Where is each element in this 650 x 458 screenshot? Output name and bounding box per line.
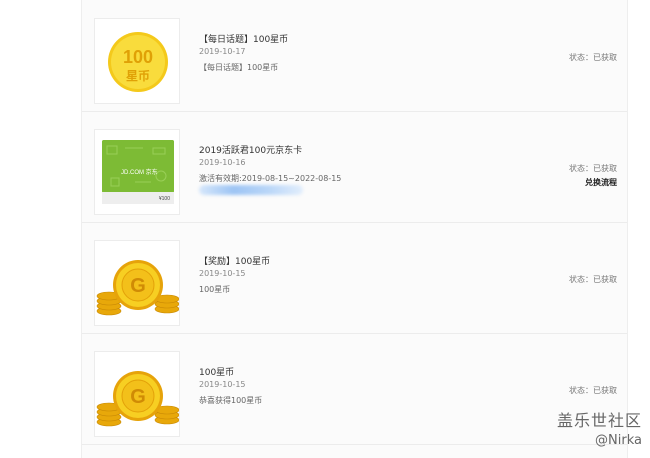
status-label: 状态：已获取: [569, 275, 617, 284]
list-item: G 100星币 2019-10-15 恭喜获得100星币 状态：已获取: [82, 333, 627, 445]
watermark-site: 盖乐世社区: [556, 411, 642, 430]
gift-card-icon: JD.COM 京东 ¥100: [102, 140, 174, 204]
redacted-code: [199, 185, 303, 195]
coin-letter: G: [130, 275, 146, 297]
record-title: 100星币: [199, 368, 235, 378]
status-label: 状态：已获取: [569, 53, 617, 62]
list-item: 100 星币 【每日话题】100星币 2019-10-17 【每日话题】100星…: [82, 0, 627, 112]
record-date: 2019-10-17: [199, 47, 246, 56]
coin-100-thumbnail: 100 星币: [94, 18, 180, 104]
list-item: JD.COM 京东 ¥100 2019活跃君100元京东卡 2019-10-16…: [82, 111, 627, 223]
record-description: 激活有效期:2019-08-15~2022-08-15: [199, 174, 342, 183]
record-description: 恭喜获得100星币: [199, 396, 263, 405]
coin-stack-thumbnail: G: [94, 240, 180, 326]
record-description: 100星币: [199, 285, 231, 294]
watermark: 盖乐世社区 @Nirka: [557, 407, 642, 448]
status-label: 状态：已获取: [569, 164, 617, 173]
coin-stack-icon: G: [96, 260, 179, 316]
coin-value-text: 100: [123, 47, 153, 67]
record-date: 2019-10-15: [199, 380, 246, 389]
coin-stack-thumbnail: G: [94, 351, 180, 437]
record-date: 2019-10-16: [199, 158, 246, 167]
record-title: 【每日话题】100星币: [199, 35, 289, 45]
coin-unit-text: 星币: [126, 69, 150, 83]
coin-icon: 100 星币: [108, 32, 168, 92]
record-title: 2019活跃君100元京东卡: [199, 146, 303, 156]
status-label: 状态：已获取: [569, 386, 617, 395]
record-title: 【奖励】100星币: [199, 257, 271, 267]
card-value-text: ¥100: [159, 196, 170, 202]
coin-stack-icon: G: [96, 371, 179, 427]
watermark-user: @Nirka: [595, 433, 642, 448]
card-brand-text: JD.COM 京东: [121, 168, 158, 176]
exchange-process-link[interactable]: 兑换流程: [585, 177, 617, 188]
records-panel: 100 星币 【每日话题】100星币 2019-10-17 【每日话题】100星…: [81, 0, 628, 458]
list-item: G 【奖励】100星币 2019-10-15 100星币 状态：已获取: [82, 222, 627, 334]
jd-card-thumbnail: JD.COM 京东 ¥100: [94, 129, 180, 215]
record-description: 【每日话题】100星币: [199, 63, 279, 72]
coin-letter: G: [130, 386, 146, 408]
record-date: 2019-10-15: [199, 269, 246, 278]
